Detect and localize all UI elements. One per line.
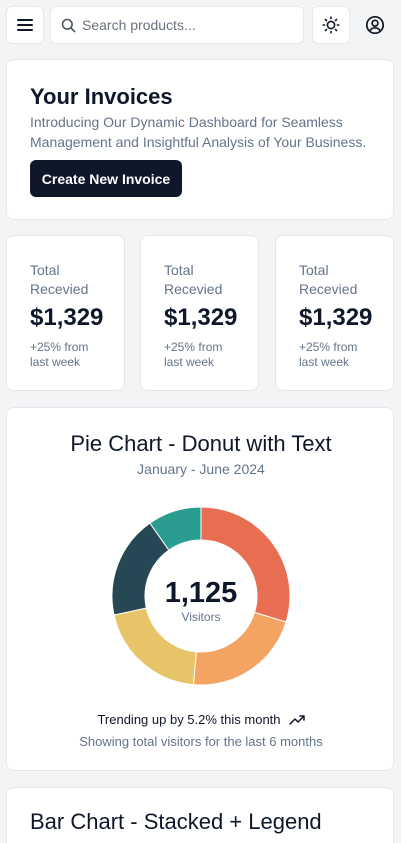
page-title: Your Invoices xyxy=(30,84,173,109)
pie-chart-card: Pie Chart - Donut with Text January - Ju… xyxy=(6,407,394,771)
menu-button[interactable] xyxy=(6,6,44,44)
bar-chart-title: Bar Chart - Stacked + Legend xyxy=(30,809,322,834)
trending-up-icon xyxy=(288,714,305,725)
stat-card: Total Recevied $1,329 +25% from last wee… xyxy=(140,235,259,391)
trend-text: Trending up by 5.2% this month xyxy=(97,712,281,727)
donut-center-value: 1,125 xyxy=(164,577,238,609)
trend-line: Trending up by 5.2% this month xyxy=(7,712,395,727)
menu-icon xyxy=(17,19,33,31)
stat-value: $1,329 xyxy=(30,304,104,331)
stat-label: Total Recevied xyxy=(299,262,358,297)
account-button[interactable] xyxy=(356,6,394,44)
stat-value: $1,329 xyxy=(164,304,238,331)
stat-card: Total Recevied $1,329 +25% from last wee… xyxy=(6,235,125,391)
stat-value: $1,329 xyxy=(299,304,373,331)
stat-change: +25% from last week xyxy=(164,340,223,369)
sun-icon xyxy=(322,16,340,34)
stat-change: +25% from last week xyxy=(30,340,89,369)
invoices-card: Your Invoices Introducing Our Dynamic Da… xyxy=(6,59,394,220)
user-circle-icon xyxy=(365,15,385,35)
search-bar[interactable] xyxy=(50,6,304,44)
top-bar xyxy=(0,0,401,50)
chart-subtitle: January - June 2024 xyxy=(137,461,265,477)
search-input[interactable] xyxy=(82,17,292,33)
search-icon xyxy=(61,18,76,32)
bar-chart-card: Bar Chart - Stacked + Legend xyxy=(6,787,394,843)
donut-center-label: Visitors xyxy=(181,610,221,624)
stat-change: +25% from last week xyxy=(299,340,358,369)
stat-label: Total Recevied xyxy=(164,262,223,297)
create-invoice-button[interactable]: Create New Invoice xyxy=(30,160,182,197)
chart-title: Pie Chart - Donut with Text xyxy=(70,431,332,456)
theme-toggle-button[interactable] xyxy=(312,6,350,44)
stat-card: Total Recevied $1,329 +25% from last wee… xyxy=(275,235,394,391)
page-description: Introducing Our Dynamic Dashboard for Se… xyxy=(30,114,367,150)
stat-label: Total Recevied xyxy=(30,262,89,297)
chart-footer: Showing total visitors for the last 6 mo… xyxy=(79,734,323,749)
